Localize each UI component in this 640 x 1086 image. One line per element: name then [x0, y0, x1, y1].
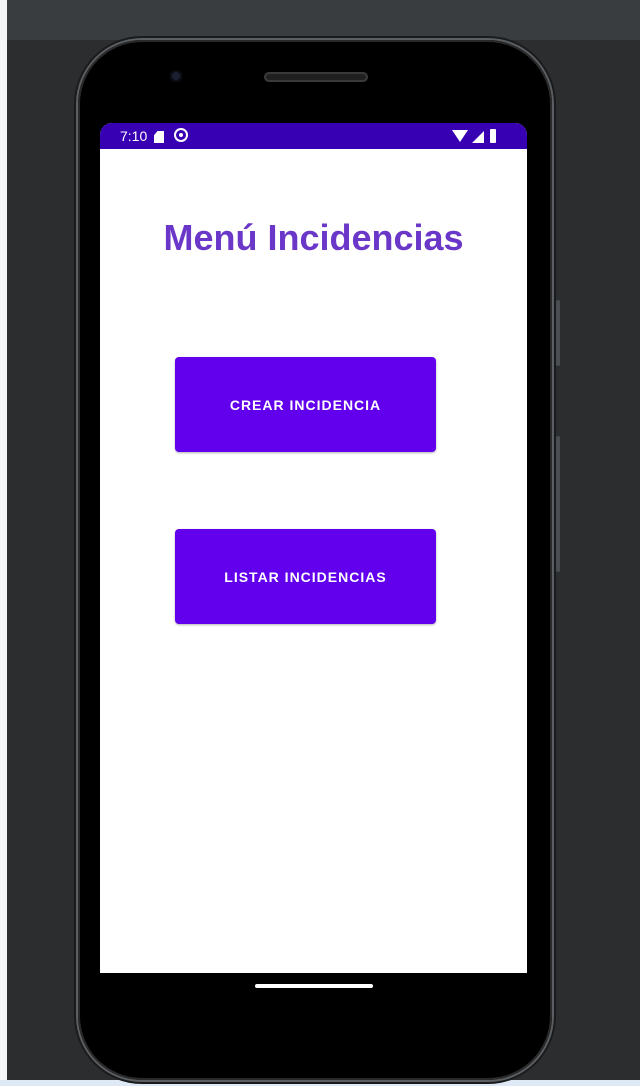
- listar-incidencias-button[interactable]: LISTAR INCIDENCIAS: [175, 529, 436, 624]
- home-gesture-bar[interactable]: [255, 984, 373, 988]
- crear-incidencia-button[interactable]: CREAR INCIDENCIA: [175, 357, 436, 452]
- left-edge-strip: [0, 0, 7, 1086]
- gear-icon: [174, 128, 188, 142]
- power-button[interactable]: [556, 300, 560, 366]
- wifi-icon: [452, 130, 468, 142]
- front-camera-icon: [170, 70, 182, 82]
- phone-screen: 7:10 Menú Incidencias CREAR INCIDENCIA L…: [100, 123, 527, 973]
- sd-card-icon: [154, 131, 164, 143]
- page-title: Menú Incidencias: [163, 217, 464, 258]
- volume-rocker[interactable]: [556, 436, 560, 572]
- bottom-edge-strip: [0, 1080, 640, 1086]
- status-time: 7:10: [120, 128, 148, 144]
- emulator-top-bar: [7, 0, 640, 40]
- status-bar: 7:10: [100, 123, 527, 149]
- earpiece-speaker: [264, 72, 368, 82]
- cellular-signal-icon: [472, 131, 484, 143]
- battery-icon: [490, 129, 496, 143]
